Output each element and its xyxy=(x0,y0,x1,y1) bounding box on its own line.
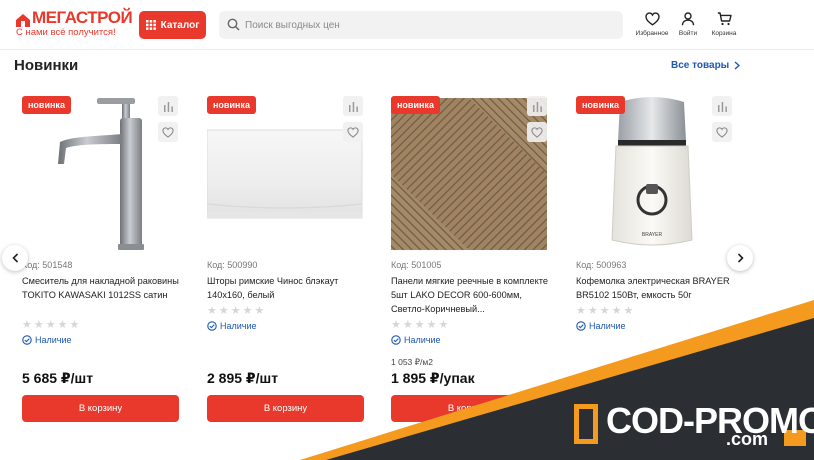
panel-image xyxy=(391,98,547,250)
search-icon xyxy=(227,18,240,31)
faucet-image xyxy=(58,98,144,250)
check-circle-icon xyxy=(391,335,401,345)
login-label: Войти xyxy=(678,30,698,37)
carousel-prev-button[interactable] xyxy=(2,245,28,271)
product-price: 1 895 ₽/упак xyxy=(391,370,475,386)
stock-label: Наличие xyxy=(220,321,257,331)
check-circle-icon xyxy=(576,321,586,331)
product-image[interactable] xyxy=(206,94,367,254)
stock-label: Наличие xyxy=(404,335,441,345)
compare-button[interactable] xyxy=(527,96,547,116)
section-title: Новинки xyxy=(14,57,79,74)
rating-stars: ★ ★ ★ ★ ★ xyxy=(576,305,634,317)
product-card[interactable]: BRAYER новинка Код: 500963 Кофемолка эле… xyxy=(576,94,736,434)
all-products-link[interactable]: Все товары xyxy=(671,60,741,71)
product-card[interactable]: новинка Код: 501005 Панели мягкие реечны… xyxy=(391,94,551,434)
product-card[interactable]: новинка Код: 501548 Смеситель для наклад… xyxy=(22,94,182,434)
new-badge: новинка xyxy=(22,96,71,114)
favorite-button[interactable] xyxy=(158,122,178,142)
product-code: Код: 500990 xyxy=(207,260,258,270)
product-price: 5 685 ₽/шт xyxy=(22,370,94,386)
product-name[interactable]: Шторы римские Чинос блэкаут 140x160, бел… xyxy=(207,274,367,302)
chevron-left-icon xyxy=(11,253,18,263)
compare-icon xyxy=(348,101,358,112)
search-input[interactable] xyxy=(245,11,615,39)
add-to-cart-button[interactable]: В корзину xyxy=(207,395,364,422)
search-bar xyxy=(219,11,623,39)
stock-label: Наличие xyxy=(35,335,72,345)
product-code: Код: 500963 xyxy=(576,260,627,270)
favorite-button[interactable] xyxy=(712,122,732,142)
house-logo-icon xyxy=(16,12,30,27)
rating-stars: ★ ★ ★ ★ ★ xyxy=(207,305,265,317)
favorites-label: Избранное xyxy=(635,30,669,37)
heart-icon xyxy=(716,126,728,138)
logo-tagline: С нами всё получится! xyxy=(16,27,116,38)
heart-icon xyxy=(644,12,660,26)
new-badge: новинка xyxy=(207,96,256,114)
new-badge: новинка xyxy=(576,96,625,114)
chevron-right-icon xyxy=(737,253,744,263)
compare-icon xyxy=(163,101,173,112)
product-name[interactable]: Смеситель для накладной раковины TOKITO … xyxy=(22,274,182,302)
brand-label: BRAYER xyxy=(642,232,663,238)
stock-status: Наличие xyxy=(576,321,626,331)
product-card[interactable]: новинка Код: 500990 Шторы римские Чинос … xyxy=(206,94,367,434)
grid-icon xyxy=(145,20,156,30)
favorite-button[interactable] xyxy=(343,122,363,142)
cart-icon xyxy=(717,12,732,26)
compare-icon xyxy=(717,101,727,112)
check-circle-icon xyxy=(22,335,32,345)
blind-image xyxy=(206,129,363,219)
catalog-label: Каталог xyxy=(160,19,200,31)
carousel-next-button[interactable] xyxy=(727,245,753,271)
compare-button[interactable] xyxy=(158,96,178,116)
cart-button[interactable]: Корзина xyxy=(702,12,746,37)
rating-stars: ★ ★ ★ ★ ★ xyxy=(391,319,449,331)
check-circle-icon xyxy=(207,321,217,331)
product-code: Код: 501005 xyxy=(391,260,442,270)
heart-icon xyxy=(347,126,359,138)
product-code: Код: 501548 xyxy=(22,260,73,270)
rating-stars: ★ ★ ★ ★ ★ xyxy=(22,319,80,331)
heart-icon xyxy=(162,126,174,138)
grinder-image: BRAYER xyxy=(611,97,693,246)
stock-status: Наличие xyxy=(22,335,72,345)
site-header: МЕГАСТРОЙ С нами всё получится! Каталог … xyxy=(0,0,814,50)
stock-status: Наличие xyxy=(391,335,441,345)
chevron-right-icon xyxy=(734,61,741,70)
product-name[interactable]: Кофемолка электрическая BRAYER BR5102 15… xyxy=(576,274,736,302)
all-products-label: Все товары xyxy=(671,60,730,71)
compare-icon xyxy=(532,101,542,112)
compare-button[interactable] xyxy=(712,96,732,116)
cart-label: Корзина xyxy=(711,30,737,37)
catalog-button[interactable]: Каталог xyxy=(139,11,206,39)
product-price: 2 895 ₽/шт xyxy=(207,370,279,386)
user-icon xyxy=(681,12,695,26)
stock-label: Наличие xyxy=(589,321,626,331)
add-to-cart-button[interactable]: В корзину xyxy=(22,395,179,422)
logo-text: МЕГАСТРОЙ xyxy=(32,8,133,27)
heart-icon xyxy=(531,126,543,138)
compare-button[interactable] xyxy=(343,96,363,116)
site-logo[interactable]: МЕГАСТРОЙ С нами всё получится! xyxy=(16,8,133,40)
unit-price: 1 053 ₽/м2 xyxy=(391,357,433,367)
favorite-button[interactable] xyxy=(527,122,547,142)
product-image[interactable] xyxy=(391,94,551,254)
product-name[interactable]: Панели мягкие реечные в комплекте 5шт LA… xyxy=(391,274,551,316)
product-image[interactable] xyxy=(22,94,182,254)
new-badge: новинка xyxy=(391,96,440,114)
add-to-cart-button[interactable]: В корзину xyxy=(391,395,548,422)
product-image[interactable]: BRAYER xyxy=(576,94,736,254)
stock-status: Наличие xyxy=(207,321,257,331)
